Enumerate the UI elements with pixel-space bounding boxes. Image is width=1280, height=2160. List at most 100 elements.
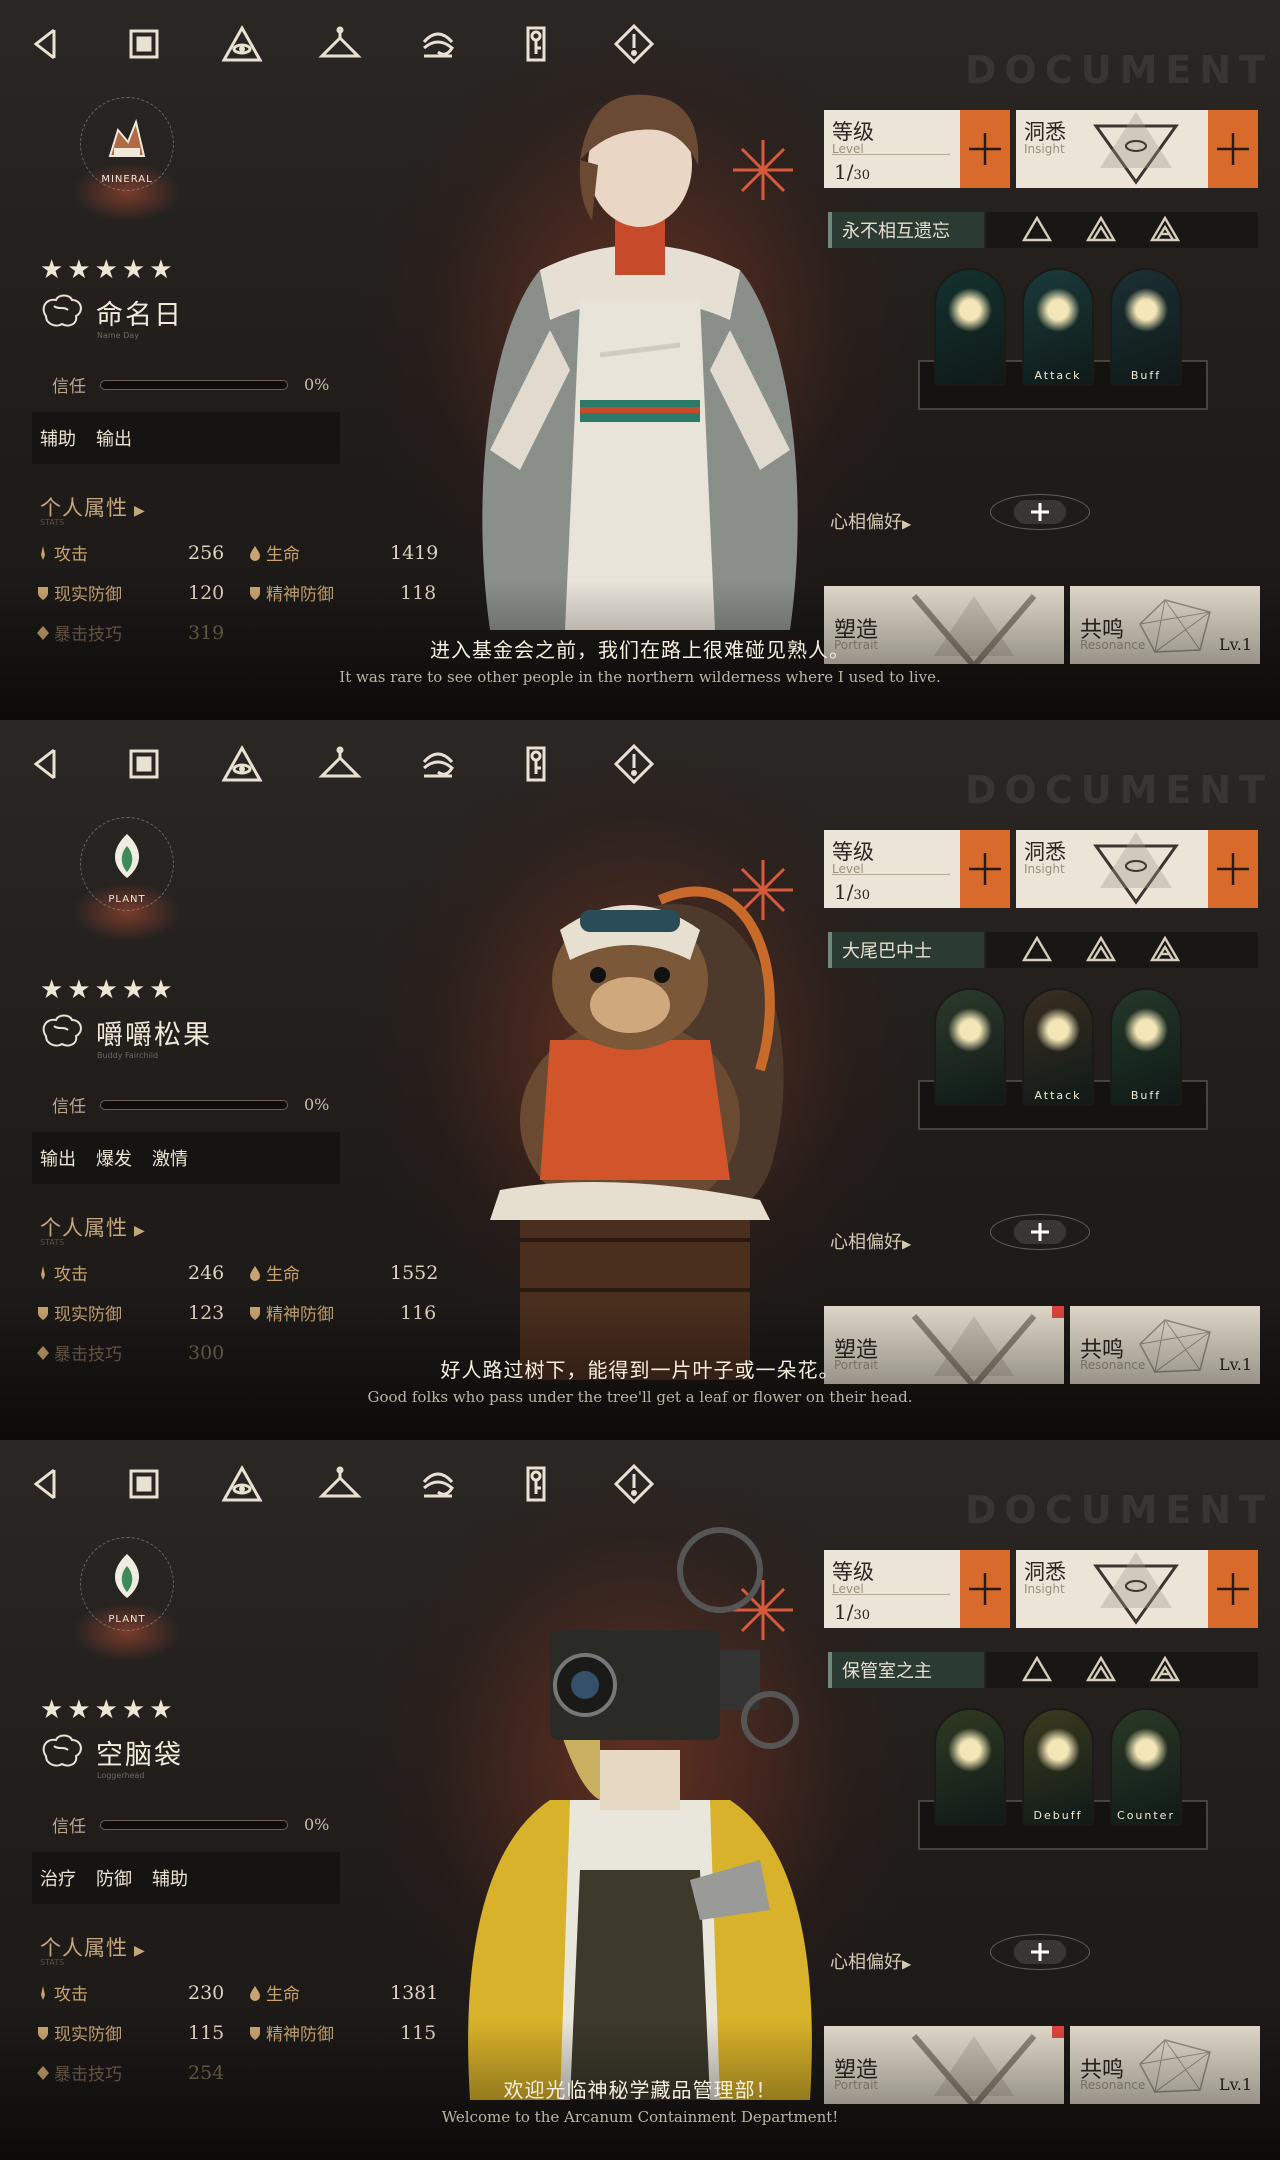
level-up-plus-icon[interactable] bbox=[960, 830, 1010, 908]
voice-subtitle-en: Welcome to the Arcanum Containment Depar… bbox=[441, 2108, 839, 2126]
home-icon[interactable] bbox=[120, 20, 168, 68]
insight-triangle-icon bbox=[1086, 832, 1186, 906]
stat-reality-def: 现实防御 120 bbox=[36, 580, 224, 605]
top-nav bbox=[22, 20, 658, 68]
level-card[interactable]: 等级 Level 1/30 bbox=[824, 830, 1010, 908]
trust-label: 信任 bbox=[52, 377, 86, 397]
hanger-icon[interactable] bbox=[316, 1460, 364, 1508]
eye-triangle-icon[interactable] bbox=[218, 20, 266, 68]
rarity-stars: ★★★★★ bbox=[40, 255, 177, 285]
rank2-triangle-icon bbox=[1085, 1655, 1117, 1682]
afflatus-emblem: MINERAL bbox=[62, 92, 192, 232]
voice-subtitle: 进入基金会之前，我们在路上很难碰见熟人。 bbox=[430, 638, 850, 662]
stat-hp: 生命 1552 bbox=[248, 1260, 438, 1285]
character-name-en: Name Day bbox=[97, 331, 139, 340]
key-card-icon[interactable] bbox=[512, 20, 560, 68]
skill-card[interactable]: Buff bbox=[1110, 268, 1182, 386]
hanger-icon[interactable] bbox=[316, 740, 364, 788]
eye-triangle-icon[interactable] bbox=[218, 740, 266, 788]
trust-bar bbox=[100, 1099, 288, 1110]
tag: 输出 bbox=[40, 1149, 76, 1170]
home-icon[interactable] bbox=[120, 1460, 168, 1508]
character-name: 命名日 bbox=[96, 299, 183, 331]
insight-card[interactable]: 洞悉 Insight bbox=[1016, 1550, 1258, 1628]
character-name-en: Loggerhead bbox=[97, 1771, 145, 1780]
insight-sub: Insight bbox=[1024, 862, 1065, 876]
voice-subtitle: 好人路过树下，能得到一片叶子或一朵花。 bbox=[440, 1358, 840, 1382]
warning-icon[interactable] bbox=[610, 740, 658, 788]
skill-name[interactable]: 大尾巴中士 bbox=[828, 932, 984, 968]
skill-card[interactable]: Debuff bbox=[1022, 1708, 1094, 1826]
stat-attack: 攻击 256 bbox=[36, 540, 224, 565]
warning-icon[interactable] bbox=[610, 1460, 658, 1508]
insight-plus-icon[interactable] bbox=[1208, 1550, 1258, 1628]
skill-card[interactable] bbox=[934, 1708, 1006, 1826]
level-card[interactable]: 等级 Level 1/30 bbox=[824, 110, 1010, 188]
rank3-triangle-icon bbox=[1149, 215, 1181, 242]
afflatus-type: MINERAL bbox=[101, 174, 153, 185]
wave-icon[interactable] bbox=[414, 740, 462, 788]
trust-row: 信任 0% bbox=[52, 1092, 329, 1117]
insight-ranks bbox=[1020, 1654, 1182, 1684]
tag: 激情 bbox=[152, 1149, 188, 1170]
skill-card[interactable]: Attack bbox=[1022, 988, 1094, 1106]
tag: 爆发 bbox=[96, 1149, 132, 1170]
insight-ranks bbox=[1020, 934, 1182, 964]
top-nav bbox=[22, 740, 658, 788]
wave-icon[interactable] bbox=[414, 1460, 462, 1508]
skill-card[interactable]: Counter bbox=[1110, 1708, 1182, 1826]
skill-card[interactable]: Buff bbox=[1110, 988, 1182, 1106]
skill-name[interactable]: 保管室之主 bbox=[828, 1652, 984, 1688]
top-nav bbox=[22, 1460, 658, 1508]
trust-row: 信任 0% bbox=[52, 1812, 329, 1837]
psychube-add-button[interactable] bbox=[990, 1934, 1090, 1970]
skill-card[interactable] bbox=[934, 988, 1006, 1106]
back-icon[interactable] bbox=[22, 1460, 70, 1508]
skill-caption: Buff bbox=[1130, 1089, 1162, 1102]
eye-triangle-icon[interactable] bbox=[218, 1460, 266, 1508]
psychube-add-button[interactable] bbox=[990, 494, 1090, 530]
tag: 输出 bbox=[96, 429, 132, 450]
key-card-icon[interactable] bbox=[512, 740, 560, 788]
plant-icon bbox=[104, 1552, 150, 1602]
notification-dot bbox=[1052, 2026, 1064, 2038]
psychube-pref-label[interactable]: 心相偏好▶ bbox=[830, 508, 911, 534]
skill-name[interactable]: 永不相互遗忘 bbox=[828, 212, 984, 248]
back-icon[interactable] bbox=[22, 740, 70, 788]
back-icon[interactable] bbox=[22, 20, 70, 68]
skill-card[interactable]: Attack bbox=[1022, 268, 1094, 386]
character-name: 空脑袋 bbox=[96, 1739, 183, 1771]
brain-icon bbox=[38, 1732, 84, 1772]
psychube-pref-label[interactable]: 心相偏好▶ bbox=[830, 1948, 911, 1974]
insight-ranks bbox=[1020, 214, 1182, 244]
document-watermark: DOCUMENT bbox=[965, 1488, 1274, 1532]
wave-icon[interactable] bbox=[414, 20, 462, 68]
home-icon[interactable] bbox=[120, 740, 168, 788]
level-up-plus-icon[interactable] bbox=[960, 1550, 1010, 1628]
insight-plus-icon[interactable] bbox=[1208, 110, 1258, 188]
tag: 辅助 bbox=[152, 1869, 188, 1890]
key-card-icon[interactable] bbox=[512, 1460, 560, 1508]
insight-card[interactable]: 洞悉 Insight bbox=[1016, 110, 1258, 188]
insight-card[interactable]: 洞悉 Insight bbox=[1016, 830, 1258, 908]
character-portrait bbox=[430, 790, 850, 1380]
warning-icon[interactable] bbox=[610, 20, 658, 68]
rank2-triangle-icon bbox=[1085, 215, 1117, 242]
stat-reality-def: 现实防御 115 bbox=[36, 2020, 224, 2045]
document-watermark: DOCUMENT bbox=[965, 48, 1274, 92]
attributes-sub: STATS bbox=[40, 1958, 65, 1967]
psychube-pref-label[interactable]: 心相偏好▶ bbox=[830, 1228, 911, 1254]
skill-card[interactable] bbox=[934, 268, 1006, 386]
insight-plus-icon[interactable] bbox=[1208, 830, 1258, 908]
skill-caption: Attack bbox=[1034, 369, 1082, 382]
hanger-icon[interactable] bbox=[316, 20, 364, 68]
stat-mental-def: 精神防御 118 bbox=[248, 580, 436, 605]
role-tags: 输出 爆发 激情 bbox=[32, 1132, 340, 1184]
rank3-triangle-icon bbox=[1149, 935, 1181, 962]
insight-triangle-icon bbox=[1086, 112, 1186, 186]
trust-label: 信任 bbox=[52, 1817, 86, 1837]
level-up-plus-icon[interactable] bbox=[960, 110, 1010, 188]
level-card[interactable]: 等级 Level 1/30 bbox=[824, 1550, 1010, 1628]
psychube-add-button[interactable] bbox=[990, 1214, 1090, 1250]
stat-attack: 攻击 230 bbox=[36, 1980, 224, 2005]
